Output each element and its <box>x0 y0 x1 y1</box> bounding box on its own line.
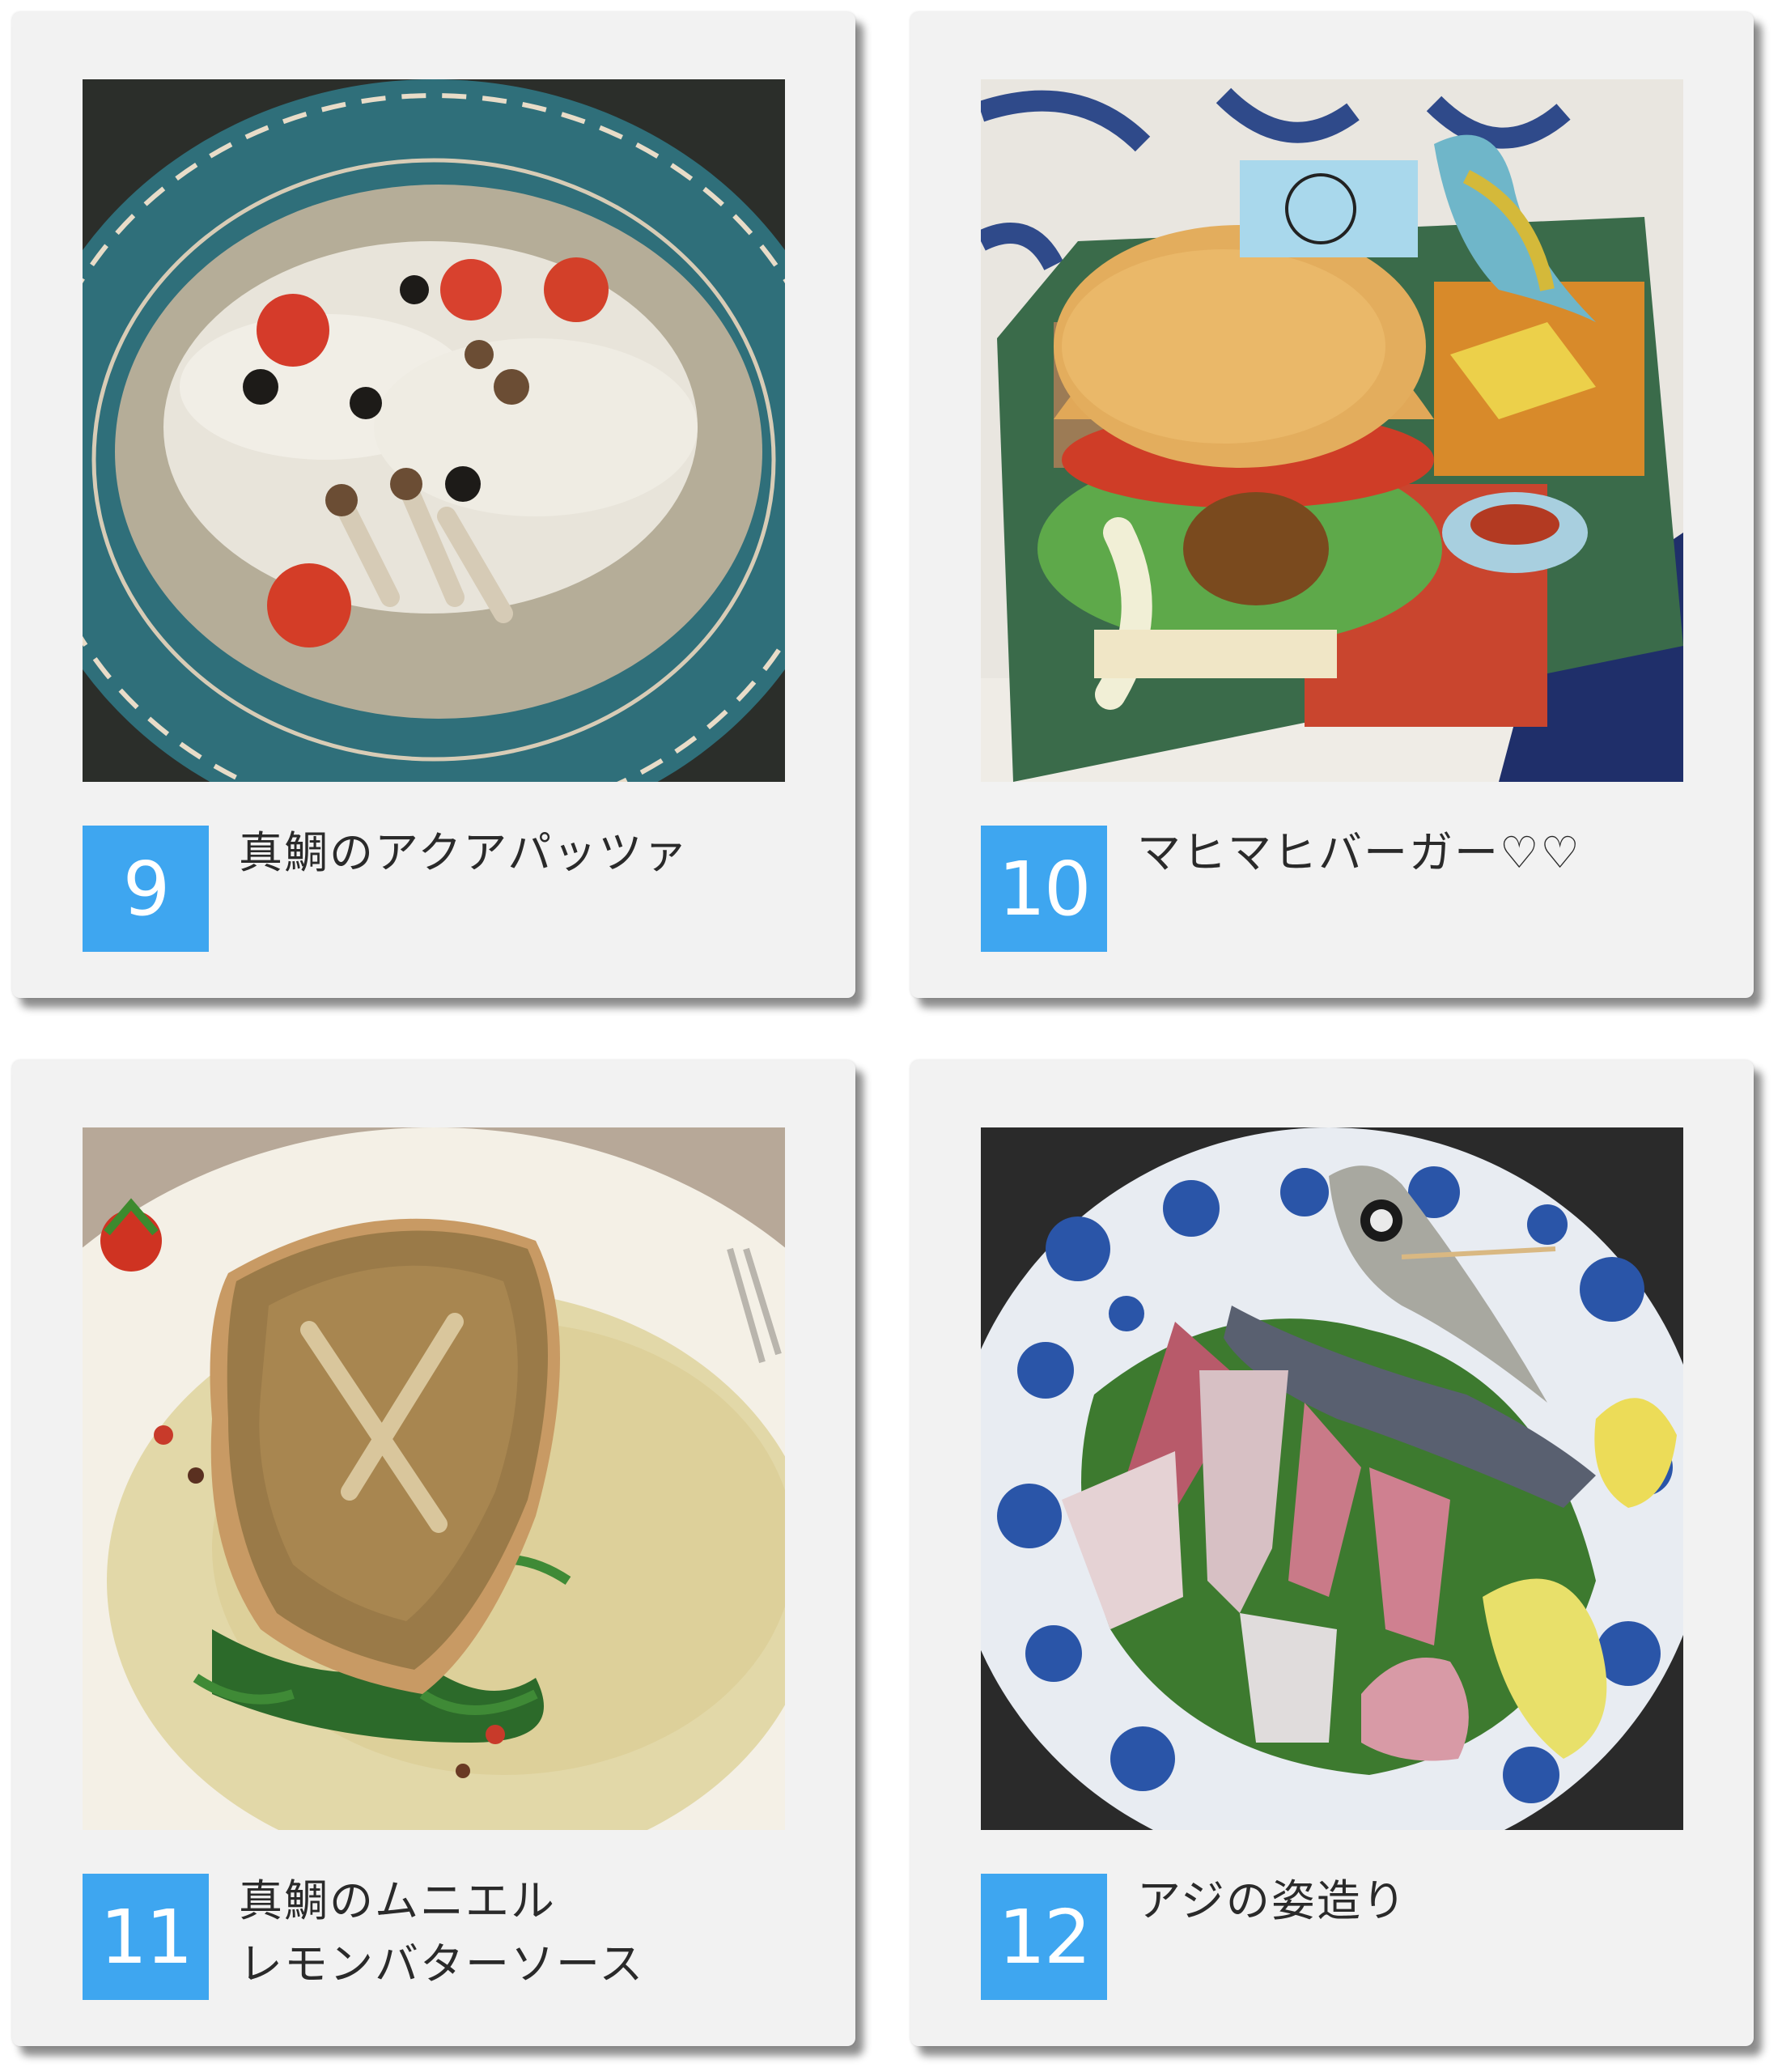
recipe-caption: アジの姿造り <box>1137 1870 1720 1933</box>
photo-sea-bream-meuniere[interactable] <box>83 1127 785 1830</box>
recipe-card-12[interactable]: 12 アジの姿造り <box>910 1060 1754 2046</box>
caption-line-1: アジの姿造り <box>1137 1875 1407 1926</box>
recipe-number-badge: 12 <box>981 1874 1107 2000</box>
caption-line-1: 真鯛のアクアパッツァ <box>239 827 689 878</box>
caption-line-2: レモンバターソース <box>239 1938 645 1989</box>
recipe-caption: 真鯛のアクアパッツァ <box>239 822 821 885</box>
recipe-card-9[interactable]: 9 真鯛のアクアパッツァ <box>12 12 855 998</box>
recipe-card-10[interactable]: 10 マヒマヒバーガー♡♡ <box>910 12 1754 998</box>
recipe-card-11[interactable]: 11 真鯛のムニエル レモンバターソース <box>12 1060 855 2046</box>
recipe-caption: 真鯛のムニエル レモンバターソース <box>239 1870 821 1996</box>
photo-horse-mackerel-sashimi[interactable] <box>981 1127 1683 1830</box>
recipe-number-badge: 10 <box>981 826 1107 952</box>
recipe-number-badge: 9 <box>83 826 209 952</box>
photo-mahimahi-burger[interactable] <box>981 79 1683 782</box>
recipe-caption: マヒマヒバーガー♡♡ <box>1137 822 1720 885</box>
recipe-number-badge: 11 <box>83 1874 209 2000</box>
caption-line-1: マヒマヒバーガー♡♡ <box>1137 827 1581 878</box>
photo-acqua-pazza[interactable] <box>83 79 785 782</box>
caption-line-1: 真鯛のムニエル <box>239 1875 556 1926</box>
